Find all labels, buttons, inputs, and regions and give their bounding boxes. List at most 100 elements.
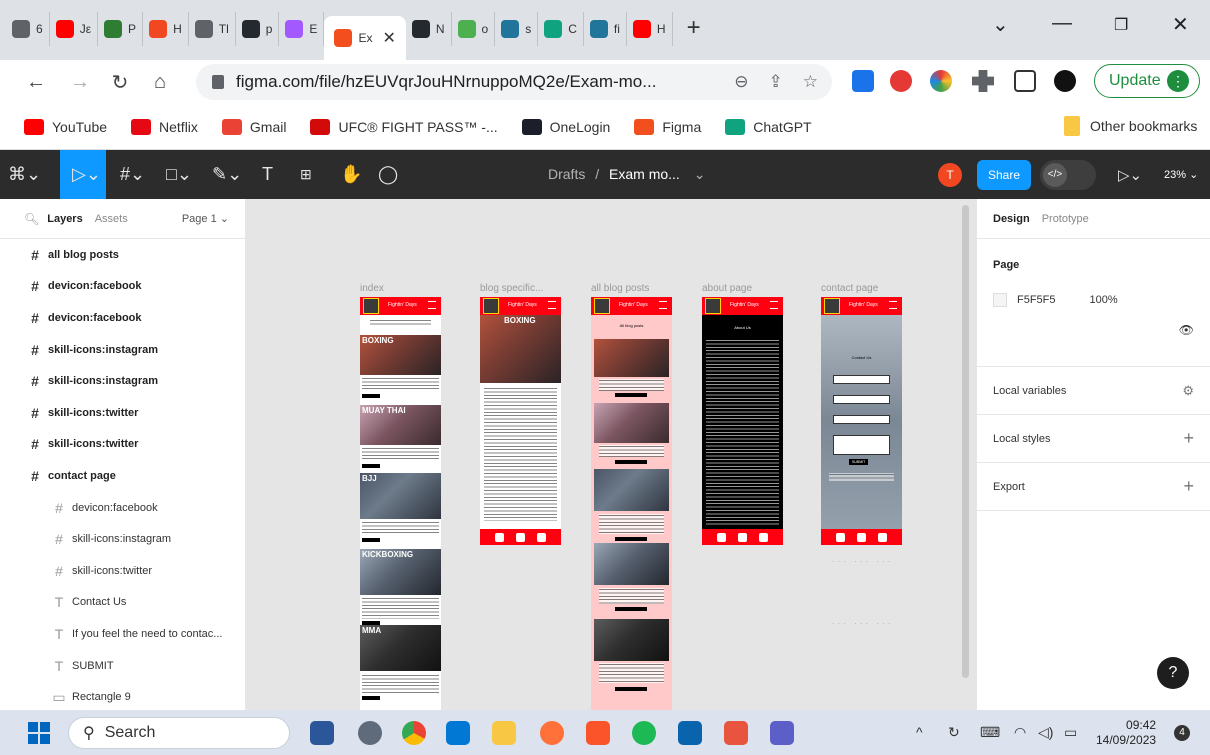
help-button[interactable]: ? xyxy=(1157,657,1189,689)
layer-item[interactable]: # devicon:facebook xyxy=(0,302,245,334)
spotify-icon[interactable] xyxy=(632,721,656,745)
app-icon[interactable] xyxy=(724,721,748,745)
firefox-icon[interactable] xyxy=(540,721,564,745)
page-selector[interactable]: Page 1 ⌄ xyxy=(182,212,229,225)
browser-tab[interactable]: Jε xyxy=(50,12,99,46)
frame-label-all-blog-posts[interactable]: all blog posts xyxy=(591,283,649,294)
browser-tab[interactable]: H xyxy=(627,12,673,46)
tab-search-icon[interactable]: ⌄ xyxy=(992,12,1009,37)
settings-icon[interactable] xyxy=(358,721,382,745)
browser-tab[interactable]: o xyxy=(452,12,496,46)
url-bar[interactable]: figma.com/file/hzEUVqrJouHNrnuppoMQ2e/Ex… xyxy=(196,64,832,100)
add-export-icon[interactable]: + xyxy=(1183,476,1194,497)
file-name[interactable]: Exam mo... xyxy=(609,166,680,182)
local-styles-section[interactable]: Local styles + xyxy=(977,415,1210,463)
puzzle-icon[interactable] xyxy=(972,70,994,92)
share-page-icon[interactable]: ⇪ xyxy=(769,72,783,92)
resources-icon[interactable]: ⊞ xyxy=(300,166,312,183)
close-window-button[interactable]: ✕ xyxy=(1172,12,1189,37)
text-tool-icon[interactable]: T xyxy=(262,164,273,185)
tab-design[interactable]: Design xyxy=(993,213,1030,225)
vscode-icon[interactable] xyxy=(446,721,470,745)
local-variables-section[interactable]: Local variables ⚙︎ xyxy=(977,367,1210,415)
frame-tool-icon[interactable]: #⌄ xyxy=(120,164,145,185)
chevron-down-icon[interactable]: ⌄ xyxy=(694,166,706,182)
battery-icon[interactable]: ▭ xyxy=(1064,724,1077,741)
browser-tab[interactable]: 6 xyxy=(6,12,50,46)
layer-item[interactable]: T Contact Us xyxy=(0,587,245,619)
page-color-swatch[interactable] xyxy=(993,293,1007,307)
dev-mode-toggle[interactable]: </> xyxy=(1040,160,1096,190)
tab-layers[interactable]: Layers xyxy=(47,213,82,225)
bookmark-item[interactable]: Gmail xyxy=(221,118,286,135)
taskbar-search[interactable]: ⚲ Search xyxy=(68,717,290,749)
windows-start-icon[interactable] xyxy=(28,722,50,744)
layer-item[interactable]: T If you feel the need to contac... xyxy=(0,618,245,650)
search-icon[interactable]: 🔍︎ xyxy=(24,212,39,226)
side-panel-icon[interactable] xyxy=(1014,70,1036,92)
layer-item[interactable]: T SUBMIT xyxy=(0,650,245,682)
sync-icon[interactable]: ↻ xyxy=(948,724,960,741)
taskbar-clock[interactable]: 09:42 14/09/2023 xyxy=(1096,718,1156,748)
variables-settings-icon[interactable]: ⚙︎ xyxy=(1182,383,1194,399)
contact-page-frame[interactable]: Fightin' Days Contact Us SUBMIT xyxy=(821,297,902,545)
wifi-icon[interactable]: ◠ xyxy=(1014,724,1026,741)
about-page-frame[interactable]: Fightin' Days About Us xyxy=(702,297,783,545)
blog-specific-frame[interactable]: Fightin' Days BOXING xyxy=(480,297,561,545)
update-button[interactable]: Update ⋮ xyxy=(1094,64,1200,98)
move-tool-button[interactable]: ▷⌄ xyxy=(60,150,106,199)
figma-canvas[interactable]: index blog specific... all blog posts ab… xyxy=(246,199,976,710)
restore-button[interactable]: ❐ xyxy=(1114,15,1128,35)
layer-item[interactable]: # skill-icons:instagram xyxy=(0,334,245,366)
browser-tab[interactable]: P xyxy=(98,12,144,46)
comment-tool-icon[interactable]: ◯ xyxy=(378,164,398,185)
tab-prototype[interactable]: Prototype xyxy=(1042,213,1089,225)
index-frame[interactable]: Fightin' Days BOXING MUAY THAI BJJ KICKB… xyxy=(360,297,441,710)
zoom-icon[interactable]: ⊖ xyxy=(734,72,748,92)
breadcrumb-drafts[interactable]: Drafts xyxy=(548,166,585,182)
layer-item[interactable]: # all blog posts xyxy=(0,239,245,271)
layer-item[interactable]: # skill-icons:twitter xyxy=(0,555,245,587)
layer-item[interactable]: # devicon:facebook xyxy=(0,492,245,524)
layer-item[interactable]: # skill-icons:instagram xyxy=(0,523,245,555)
browser-tab[interactable]: E xyxy=(279,12,325,46)
back-button[interactable]: ← xyxy=(18,71,54,94)
page-color-value[interactable]: F5F5F5 xyxy=(1017,294,1056,306)
user-avatar[interactable]: T xyxy=(938,163,962,187)
extension-icon[interactable] xyxy=(852,70,874,92)
frame-label-blog-specific[interactable]: blog specific... xyxy=(480,283,543,294)
frame-label-about-page[interactable]: about page xyxy=(702,283,752,294)
canvas-scrollbar[interactable] xyxy=(962,205,969,678)
bookmark-item[interactable]: ChatGPT xyxy=(725,118,812,135)
brave-icon[interactable] xyxy=(586,721,610,745)
layer-item[interactable]: # skill-icons:twitter xyxy=(0,429,245,461)
bookmark-item[interactable]: OneLogin xyxy=(521,118,610,135)
tab-assets[interactable]: Assets xyxy=(95,213,128,225)
eye-icon[interactable]: 👁︎ xyxy=(1179,323,1194,337)
bookmark-item[interactable]: Figma xyxy=(634,118,701,135)
app-icon[interactable] xyxy=(310,721,334,745)
profile-avatar[interactable] xyxy=(1054,70,1076,92)
present-icon[interactable]: ▷⌄ xyxy=(1118,166,1142,184)
outlook-icon[interactable] xyxy=(678,721,702,745)
chrome-icon[interactable] xyxy=(402,721,426,745)
hand-tool-icon[interactable]: ✋ xyxy=(340,164,362,185)
teams-icon[interactable] xyxy=(770,721,794,745)
layer-item[interactable]: # contact page xyxy=(0,460,245,492)
add-style-icon[interactable]: + xyxy=(1183,428,1194,449)
frame-label-index[interactable]: index xyxy=(360,283,384,294)
keyboard-icon[interactable]: ⌨ xyxy=(980,724,1000,741)
browser-tab[interactable]: N xyxy=(406,12,452,46)
share-button[interactable]: Share xyxy=(977,160,1031,190)
layer-item[interactable]: # devicon:facebook xyxy=(0,271,245,303)
file-breadcrumb[interactable]: Drafts / Exam mo... ⌄ xyxy=(548,166,705,183)
pen-tool-icon[interactable]: ✎⌄ xyxy=(212,164,242,185)
minimize-button[interactable]: — xyxy=(1052,12,1072,35)
layer-item[interactable]: ▭ Rectangle 9 xyxy=(0,681,245,713)
chevron-up-icon[interactable]: ^ xyxy=(916,724,923,740)
export-section[interactable]: Export + xyxy=(977,463,1210,511)
browser-tab[interactable]: Tl xyxy=(189,12,236,46)
bookmark-star-icon[interactable]: ☆ xyxy=(803,72,818,92)
color-extension-icon[interactable] xyxy=(930,70,952,92)
layer-item[interactable]: # skill-icons:twitter xyxy=(0,397,245,429)
